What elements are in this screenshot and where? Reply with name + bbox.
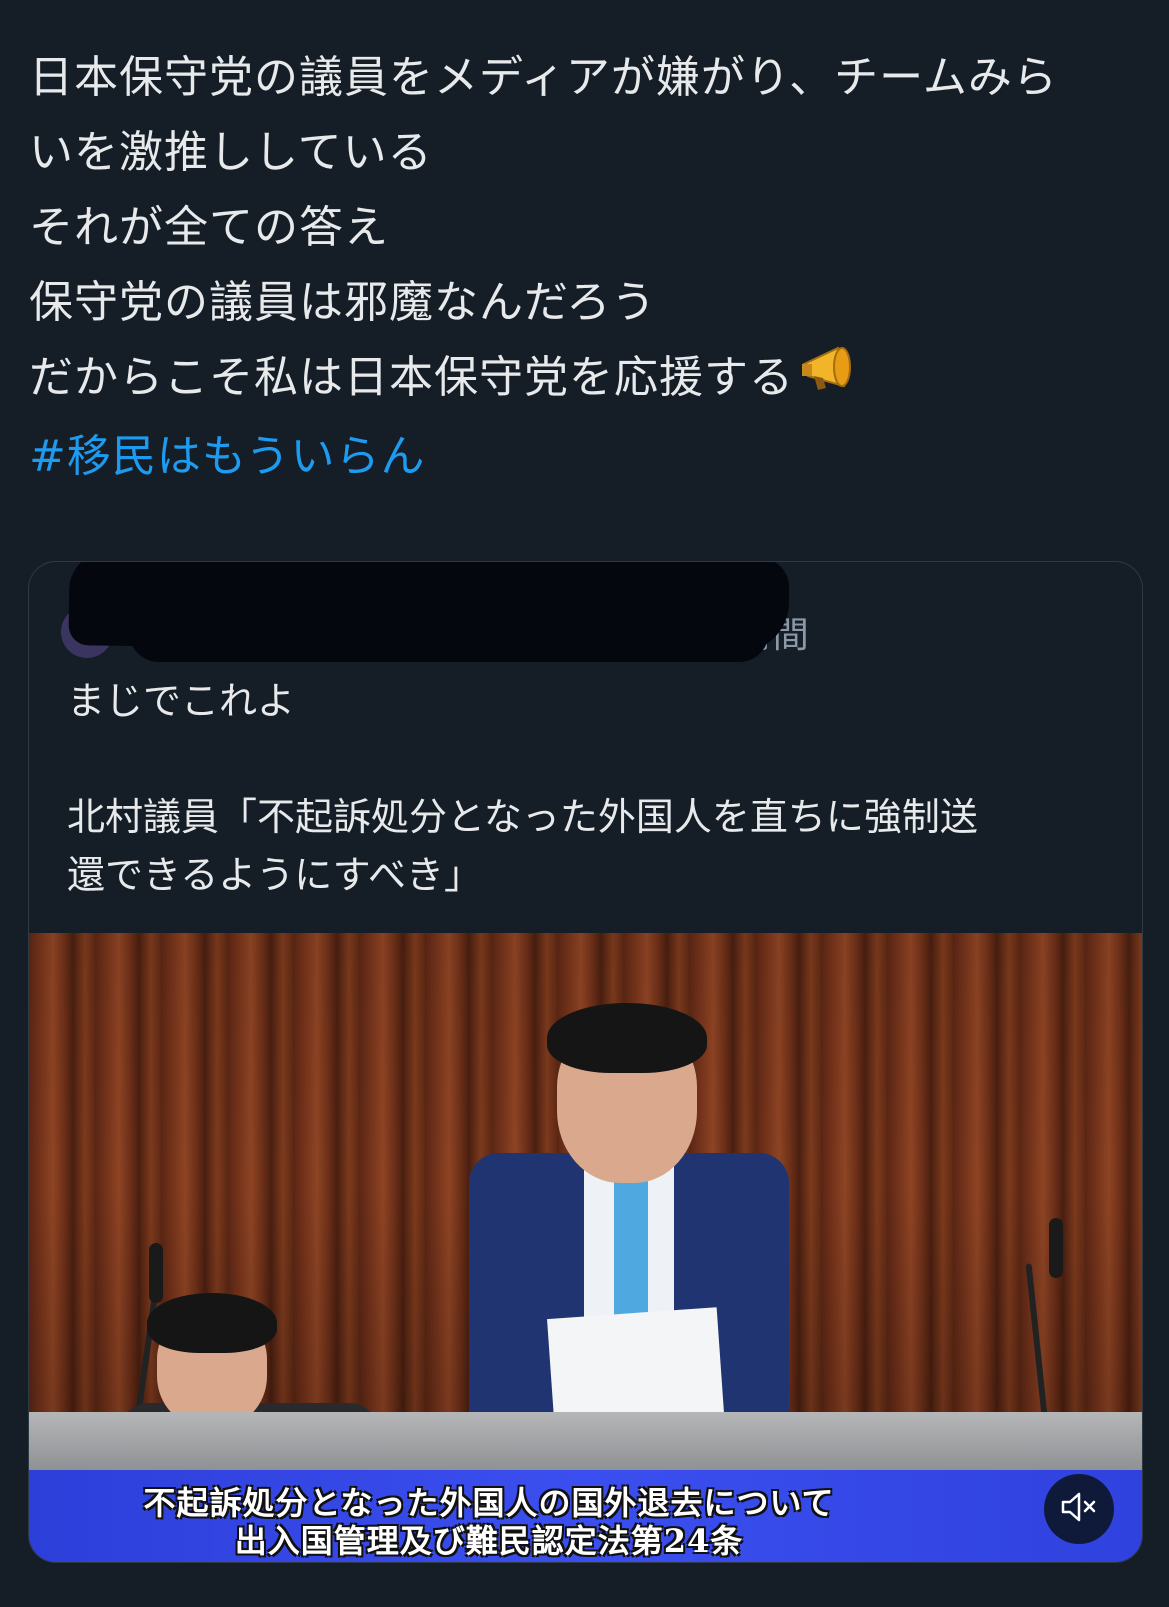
caption-line-2: 出入国管理及び難民認定法第24条 (234, 1522, 744, 1560)
redaction-mark-2 (129, 592, 769, 662)
post-line-4: 保守党の議員は邪魔なんだろう (29, 277, 657, 328)
post-text: 日本保守党の議員をメディアが嫌がり、チームみら いを激推ししている それが全ての… (29, 40, 1139, 494)
megaphone-icon (798, 342, 862, 419)
quoted-text-1: まじでこれよ (67, 679, 296, 723)
microphone-left-head (149, 1243, 163, 1303)
mute-button[interactable] (1044, 1474, 1114, 1544)
caption-bar: 不起訴処分となった外国人の国外退去について 出入国管理及び難民認定法第24条 (29, 1470, 1142, 1562)
mute-icon (1060, 1490, 1098, 1528)
post-line-3: それが全ての答え (29, 202, 389, 253)
quoted-text-2: 北村議員「不起訴処分となった外国人を直ちに強制送 (67, 795, 978, 839)
desk (29, 1412, 1142, 1472)
quoted-text-3: 還できるようにすべき」 (67, 853, 482, 897)
hashtag-link[interactable]: #移民はもういらん (29, 419, 1139, 494)
microphone-right-head (1049, 1218, 1063, 1278)
post-line-2: いを激推ししている (29, 127, 433, 178)
video-player[interactable]: 不起訴処分となった外国人の国外退去について 出入国管理及び難民認定法第24条 (29, 933, 1142, 1562)
post-line-5: だからこそ私は日本保守党を応援する (29, 340, 1139, 419)
post-line-5-text: だからこそ私は日本保守党を応援する (29, 352, 794, 403)
quoted-post-body: まじでこれよ 北村議員「不起訴処分となった外国人を直ちに強制送 還できるようにす… (67, 672, 1107, 904)
quoted-post[interactable]: 21時間 まじでこれよ 北村議員「不起訴処分となった外国人を直ちに強制送 還でき… (28, 561, 1143, 1563)
post-line-1: 日本保守党の議員をメディアが嫌がり、チームみら (29, 52, 1058, 103)
